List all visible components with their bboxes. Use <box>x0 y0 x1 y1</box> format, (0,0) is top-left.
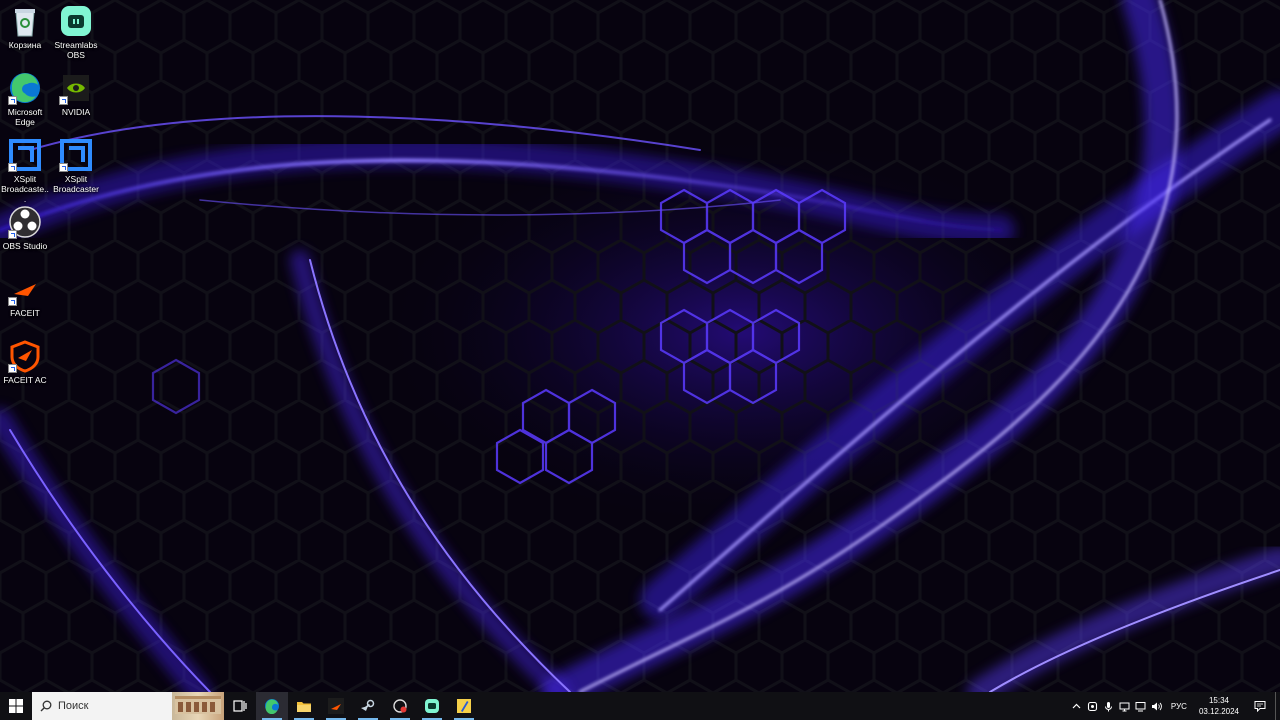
desktop-icon-recycle-bin[interactable]: Корзина <box>0 4 50 50</box>
file-explorer-icon <box>297 702 311 712</box>
desktop-icon-streamlabs[interactable]: Streamlabs OBS <box>51 4 101 60</box>
desktop-icon-xsplit-2[interactable]: XSplit Broadcaster <box>51 138 101 194</box>
taskbar: РУС 15:34 03.12.2024 <box>0 692 1280 720</box>
desktop-icon-faceit-ac[interactable]: FACEIT AC <box>0 339 50 385</box>
microphone-icon <box>1105 701 1113 711</box>
desktop-icon-label: NVIDIA <box>61 107 91 117</box>
desktop-icon-label: OBS Studio <box>2 241 48 251</box>
desktop-icon-label: Streamlabs OBS <box>54 40 98 60</box>
notification-icon <box>1254 701 1266 712</box>
search-highlight-image[interactable] <box>172 692 224 720</box>
windows-logo-icon <box>9 699 23 713</box>
search-highlight-illustration-icon <box>175 696 221 714</box>
desktop-icon-label: FACEIT <box>10 308 40 318</box>
search-icon <box>40 700 52 712</box>
taskbar-app-screen-recorder[interactable] <box>384 692 416 720</box>
desktop-icon-faceit[interactable]: FACEIT <box>0 272 50 318</box>
shortcut-arrow-icon <box>59 96 68 105</box>
clock-time: 15:34 <box>1208 696 1229 705</box>
desktop-icon-xsplit-1[interactable]: XSplit Broadcaste... <box>0 138 50 204</box>
display-icon <box>1135 701 1146 711</box>
tray-app-button[interactable] <box>1085 692 1101 720</box>
streamlabs-icon <box>61 6 91 36</box>
taskbar-app-streamlabs[interactable] <box>416 692 448 720</box>
faceit-icon <box>328 698 344 714</box>
desktop-icon-obs[interactable]: OBS Studio <box>0 205 50 251</box>
shortcut-arrow-icon <box>8 163 17 172</box>
shortcut-arrow-icon <box>8 364 17 373</box>
system-tray: РУС 15:34 03.12.2024 <box>1069 692 1280 720</box>
desktop-icon-edge[interactable]: Microsoft Edge <box>0 71 50 127</box>
desktop-icon-nvidia[interactable]: NVIDIA <box>51 71 101 117</box>
task-view-icon <box>233 700 247 712</box>
screen-recorder-icon <box>393 699 407 713</box>
notification-center-button[interactable] <box>1245 692 1275 720</box>
shortcut-arrow-icon <box>8 96 17 105</box>
network-icon <box>1119 702 1130 711</box>
desktop-icon-label: Корзина <box>8 40 42 50</box>
desktop-icon-label: XSplit Broadcaster <box>53 174 99 194</box>
chevron-up-icon <box>1072 703 1081 708</box>
clock-date: 03.12.2024 <box>1198 707 1239 716</box>
task-view-button[interactable] <box>224 692 256 720</box>
streamlabs-icon <box>425 699 439 713</box>
taskbar-search-box[interactable] <box>32 692 172 720</box>
edge-icon <box>265 699 279 714</box>
shortcut-arrow-icon <box>59 163 68 172</box>
input-language-indicator[interactable]: РУС <box>1165 702 1193 711</box>
steam-icon <box>361 699 375 711</box>
tray-microphone-button[interactable] <box>1101 692 1117 720</box>
desktop-wallpaper <box>0 0 1280 692</box>
tray-volume-button[interactable] <box>1149 692 1165 720</box>
taskbar-app-steam[interactable] <box>352 692 384 720</box>
tray-network-button[interactable] <box>1117 692 1133 720</box>
taskbar-clock[interactable]: 15:34 03.12.2024 <box>1193 695 1245 717</box>
shortcut-arrow-icon <box>8 297 17 306</box>
pen-app-icon <box>457 699 471 713</box>
desktop-icon-label: XSplit Broadcaste... <box>1 174 49 204</box>
desktop-icon-label: FACEIT AC <box>3 375 47 385</box>
search-input[interactable] <box>58 700 158 712</box>
tray-monitor-button[interactable] <box>1133 692 1149 720</box>
start-button[interactable] <box>0 692 32 720</box>
taskbar-app-file-explorer[interactable] <box>288 692 320 720</box>
taskbar-app-pen[interactable] <box>448 692 480 720</box>
recycle-bin-icon <box>15 9 35 37</box>
desktop-icon-label: Microsoft Edge <box>7 107 43 127</box>
app-tray-icon <box>1088 701 1098 711</box>
taskbar-app-faceit[interactable] <box>320 692 352 720</box>
show-desktop-button[interactable] <box>1275 692 1280 720</box>
shortcut-arrow-icon <box>8 230 17 239</box>
taskbar-app-edge[interactable] <box>256 692 288 720</box>
tray-overflow-button[interactable] <box>1069 692 1085 720</box>
volume-icon <box>1152 702 1163 710</box>
